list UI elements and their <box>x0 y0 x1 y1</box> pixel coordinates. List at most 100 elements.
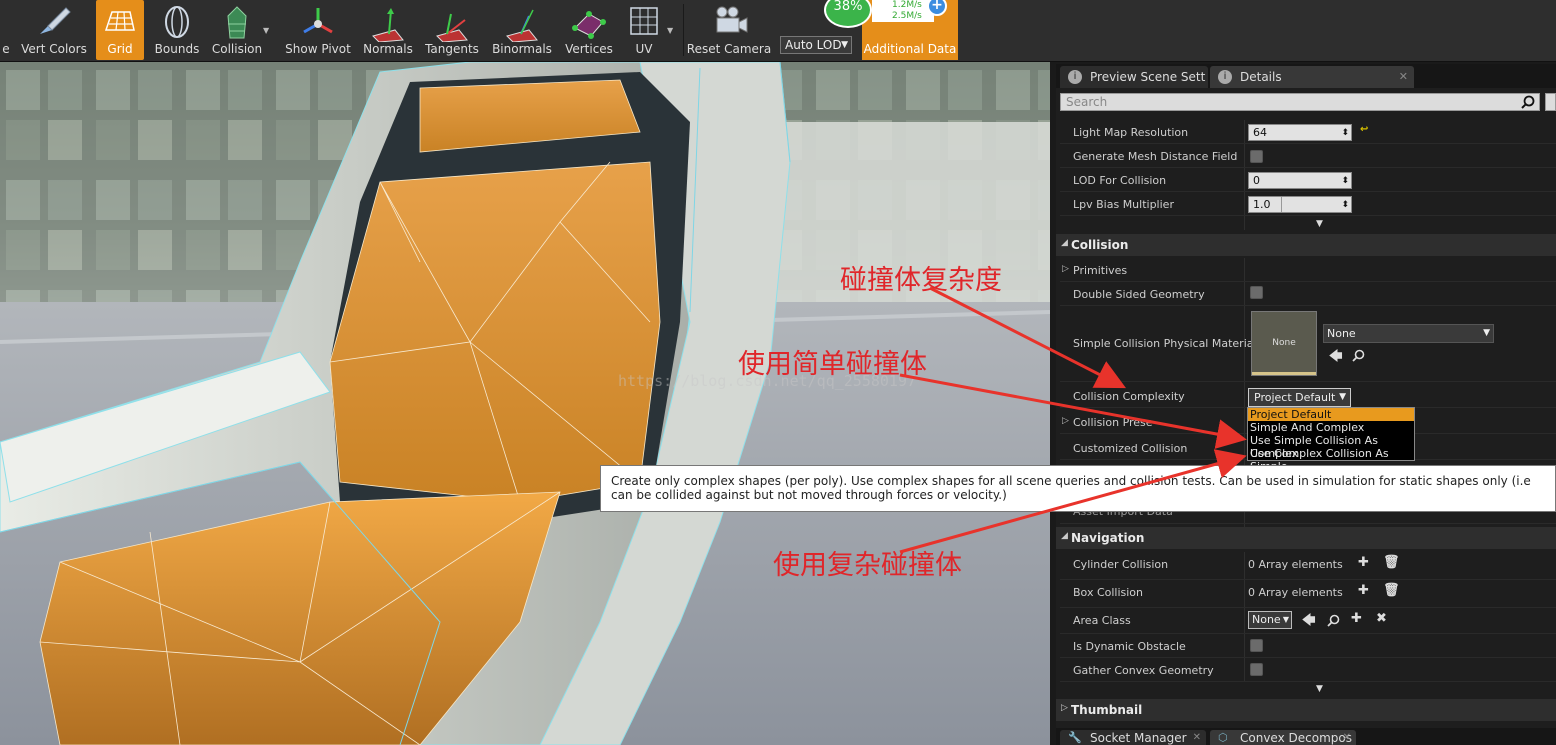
collision-dropdown-icon[interactable]: ▼ <box>263 26 269 35</box>
close-icon[interactable]: ✕ <box>1193 730 1201 745</box>
search-icon[interactable] <box>1521 95 1535 109</box>
network-speed-widget: 1.2M/s 2.5M/s <box>872 0 934 22</box>
area-class-dropdown[interactable]: None ▼ <box>1248 611 1292 629</box>
grid-icon <box>104 11 135 31</box>
show-pivot-button[interactable]: Show Pivot <box>282 0 354 60</box>
row-mesh-distance-field: Generate Mesh Distance Field <box>1060 144 1556 168</box>
vert-colors-label: Vert Colors <box>21 42 87 56</box>
reset-camera-button[interactable]: Reset Camera <box>687 0 771 60</box>
navigation-section-header[interactable]: ◢ Navigation <box>1056 527 1556 549</box>
tab-convex-decomposition[interactable]: ⬡ Convex Decompos ✕ <box>1210 730 1356 745</box>
memory-percent-label: 38% <box>833 0 863 14</box>
browse-search-icon[interactable] <box>1352 349 1365 362</box>
mesh-distance-field-checkbox[interactable] <box>1250 150 1263 163</box>
tangents-button[interactable]: Tangents <box>422 0 482 60</box>
material-thumbnail-label: None <box>1272 338 1296 348</box>
collapse-triangle-icon: ◢ <box>1061 238 1068 248</box>
gather-convex-label: Gather Convex Geometry <box>1073 664 1214 677</box>
collision-complexity-dropdown[interactable]: Project Default ▼ <box>1248 388 1351 407</box>
cylinder-collision-label: Cylinder Collision <box>1073 558 1169 571</box>
area-class-value: None <box>1252 613 1281 626</box>
close-icon[interactable]: ✕ <box>1343 730 1351 745</box>
light-map-resolution-label: Light Map Resolution <box>1073 126 1189 139</box>
gather-convex-checkbox[interactable] <box>1250 663 1263 676</box>
chevron-down-icon: ▼ <box>1282 615 1289 624</box>
row-double-sided: Double Sided Geometry <box>1060 282 1556 306</box>
double-sided-checkbox[interactable] <box>1250 286 1263 299</box>
tab-details-label: Details <box>1240 70 1282 84</box>
bounds-button[interactable]: Bounds <box>150 0 204 60</box>
clear-icon[interactable]: ✖ <box>1376 611 1387 626</box>
tooltip-popup: Create only complex shapes (per poly). U… <box>600 465 1556 512</box>
binormals-label: Binormals <box>492 42 552 56</box>
use-selected-arrow-icon[interactable]: 🡄 <box>1329 347 1342 369</box>
material-dropdown[interactable]: None ▼ <box>1323 324 1494 343</box>
toolbar-cut-label: e <box>2 42 10 56</box>
browse-search-icon[interactable] <box>1327 614 1340 627</box>
mesh-viewport[interactable] <box>0 62 1050 745</box>
lpv-bias-label: Lpv Bias Multiplier <box>1073 198 1174 211</box>
toolbar-divider <box>683 4 684 56</box>
auto-lod-dropdown[interactable]: Auto LOD ▼ <box>780 36 852 54</box>
tangents-icon <box>436 13 468 42</box>
normals-button[interactable]: Normals <box>360 0 416 60</box>
expand-triangle-icon[interactable]: ▷ <box>1062 416 1069 426</box>
thumbnail-section-title: Thumbnail <box>1071 703 1143 717</box>
collision-button[interactable]: Collision <box>210 0 264 60</box>
option-simple-as-complex[interactable]: Use Simple Collision As Complex <box>1248 434 1414 460</box>
option-simple-and-complex[interactable]: Simple And Complex <box>1248 421 1414 434</box>
lod-for-collision-input[interactable]: 0 ⬍ <box>1248 172 1352 189</box>
info-icon: i <box>1218 70 1232 84</box>
material-thumbnail[interactable]: None <box>1251 311 1317 376</box>
collision-presets-label: Collision Prese <box>1073 416 1153 429</box>
cube-icon: ⬡ <box>1218 731 1228 744</box>
trash-icon[interactable]: 🗑 <box>1383 555 1400 570</box>
vertices-button[interactable]: Vertices <box>562 0 616 60</box>
annotation-use-complex: 使用复杂碰撞体 <box>773 550 962 581</box>
spin-icon: ⬍ <box>1341 176 1349 186</box>
add-icon[interactable]: ✚ <box>1358 583 1369 598</box>
trash-icon[interactable]: 🗑 <box>1383 583 1400 598</box>
tab-preview-scene-settings[interactable]: i Preview Scene Sett <box>1060 66 1208 88</box>
binormals-button[interactable]: Binormals <box>490 0 554 60</box>
double-sided-label: Double Sided Geometry <box>1073 288 1205 301</box>
annotation-use-simple: 使用简单碰撞体 <box>738 349 927 380</box>
add-icon[interactable]: ✚ <box>1358 555 1369 570</box>
row-primitives[interactable]: ▷ Primitives <box>1060 258 1556 282</box>
thumbnail-section-header[interactable]: ▷ Thumbnail <box>1056 699 1556 721</box>
search-input[interactable]: Search <box>1060 93 1540 111</box>
use-selected-arrow-icon[interactable]: 🡄 <box>1302 611 1315 633</box>
bounds-icon <box>165 6 189 38</box>
lpv-bias-value: 1.0 <box>1253 198 1271 211</box>
uv-dropdown-icon[interactable]: ▼ <box>667 26 673 35</box>
toolbar-cut-button[interactable]: e <box>0 0 12 60</box>
cylinder-collision-count: 0 Array elements <box>1248 558 1343 571</box>
expand-advanced-icon[interactable]: ▼ <box>1316 684 1323 694</box>
panel-tab-bar: i Preview Scene Sett i Details ✕ <box>1056 64 1556 88</box>
uv-grid-icon <box>630 7 658 35</box>
close-icon[interactable]: ✕ <box>1399 66 1408 88</box>
customized-collision-label: Customized Collision <box>1073 442 1188 455</box>
option-project-default[interactable]: Project Default <box>1248 408 1414 421</box>
lpv-bias-slider[interactable]: 1.0 ⬍ <box>1248 196 1352 213</box>
row-gather-convex: Gather Convex Geometry <box>1060 658 1556 682</box>
light-map-resolution-input[interactable]: 64 ⬍ <box>1248 124 1352 141</box>
dynamic-obstacle-checkbox[interactable] <box>1250 639 1263 652</box>
tab-socket-manager[interactable]: 🔧 Socket Manager ✕ <box>1060 730 1206 745</box>
tab-details[interactable]: i Details ✕ <box>1210 66 1414 88</box>
collision-section-header[interactable]: ◢ Collision <box>1056 234 1556 256</box>
navigation-section-title: Navigation <box>1071 531 1145 545</box>
uv-button[interactable]: UV <box>622 0 666 60</box>
chevron-down-icon: ▼ <box>841 40 848 50</box>
view-options-button[interactable] <box>1545 93 1556 111</box>
vertices-label: Vertices <box>565 42 613 56</box>
slider-handle[interactable] <box>1281 197 1282 212</box>
grid-button[interactable]: Grid <box>96 0 144 60</box>
expand-triangle-icon[interactable]: ▷ <box>1062 264 1069 274</box>
collision-section-title: Collision <box>1071 238 1129 252</box>
option-complex-as-simple[interactable]: Use Complex Collision As Simple <box>1248 447 1414 473</box>
expand-advanced-icon[interactable]: ▼ <box>1316 219 1323 229</box>
reset-arrow-icon[interactable]: ↩ <box>1360 124 1368 135</box>
vert-colors-button[interactable]: Vert Colors <box>18 0 90 60</box>
add-icon[interactable]: ✚ <box>1351 611 1362 626</box>
